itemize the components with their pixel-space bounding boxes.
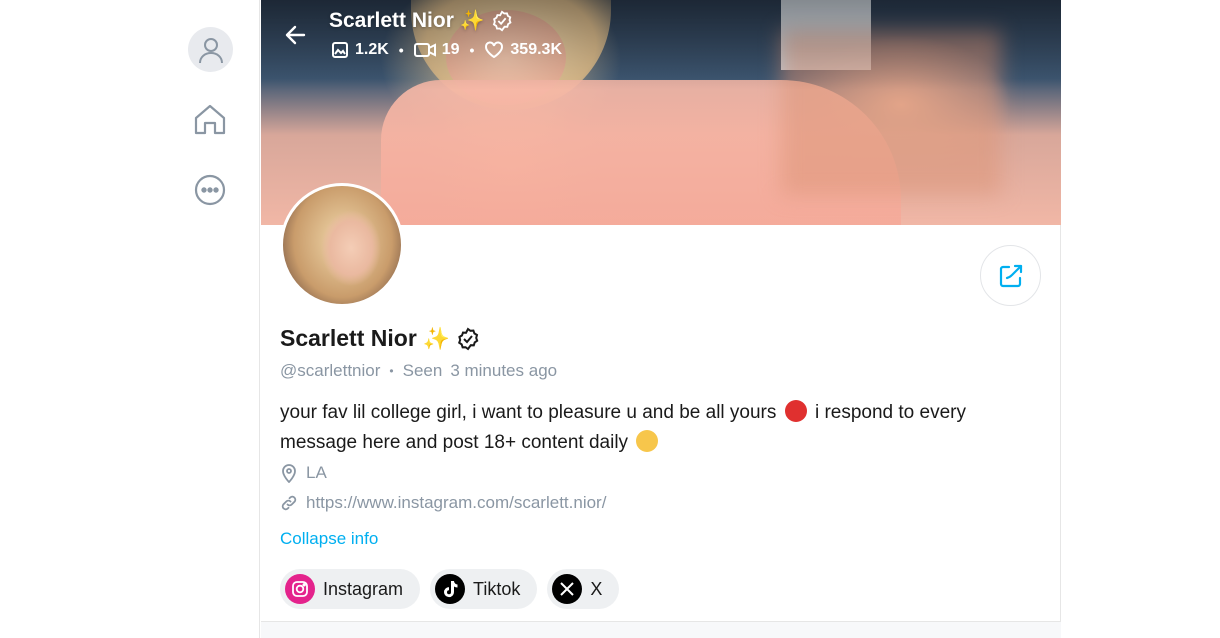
social-links: Instagram Tiktok X (280, 569, 620, 609)
location-text: LA (306, 463, 327, 482)
video-icon (413, 43, 436, 57)
cover-header: Scarlett Nior ✨ 1.2K • 19 • 359.3K (261, 0, 1061, 80)
seen-time: 3 minutes ago (450, 361, 558, 380)
verified-icon (492, 9, 512, 31)
arrow-left-icon (285, 25, 306, 45)
handle-row: @scarlettnior • Seen 3 minutes ago (280, 361, 558, 380)
location-row: LA (280, 463, 327, 483)
smile-emoji-icon (636, 430, 659, 452)
left-sidebar (0, 0, 260, 638)
tiktok-icon (435, 574, 466, 604)
profile-handle: @scarlettnior (280, 361, 381, 380)
instagram-icon (285, 574, 315, 604)
social-label-instagram: Instagram (323, 578, 404, 599)
share-icon (999, 264, 1022, 287)
image-icon (332, 42, 348, 58)
verified-icon (458, 326, 479, 350)
social-label-x: X (590, 578, 603, 599)
home-icon (194, 104, 226, 135)
link-icon (281, 495, 297, 511)
sparkle-icon: ✨ (422, 325, 451, 351)
x-icon (552, 574, 583, 604)
cover-image: Scarlett Nior ✨ 1.2K • 19 • 359.3K (261, 0, 1061, 225)
seen-label: Seen (402, 361, 443, 380)
divider (261, 621, 1061, 638)
profile-name-text: Scarlett Nior (280, 325, 417, 351)
photos-count: 1.2K (355, 41, 389, 58)
videos-count: 19 (441, 41, 460, 58)
bio-text-part1: your fav lil college girl, i want to ple… (280, 402, 777, 423)
sparkle-icon: ✨ (459, 10, 485, 32)
cover-title: Scarlett Nior ✨ (329, 8, 513, 33)
social-chip-instagram[interactable]: Instagram (280, 569, 421, 609)
profile-stats: 1.2K • 19 • 359.3K (331, 41, 562, 59)
profile-avatar[interactable] (280, 183, 404, 307)
location-pin-icon (282, 464, 296, 483)
profile-bio: your fav lil college girl, i want to ple… (280, 398, 1040, 458)
website-row[interactable]: https://www.instagram.com/scarlett.nior/ (280, 493, 606, 513)
user-icon (198, 37, 223, 63)
social-chip-x[interactable]: X (547, 569, 620, 609)
cover-name-text: Scarlett Nior (329, 8, 454, 32)
heart-icon (485, 41, 504, 59)
profile-name: Scarlett Nior ✨ (280, 325, 480, 352)
social-chip-tiktok[interactable]: Tiktok (430, 569, 538, 609)
home-button[interactable] (190, 99, 230, 139)
more-icon (194, 174, 226, 206)
back-button[interactable] (281, 20, 311, 50)
more-button[interactable] (190, 170, 230, 210)
devil-emoji-icon (784, 400, 807, 422)
share-button[interactable] (980, 245, 1041, 306)
likes-count: 359.3K (510, 41, 562, 58)
collapse-info-link[interactable]: Collapse info (280, 529, 378, 549)
user-avatar-button[interactable] (188, 27, 233, 72)
social-label-tiktok: Tiktok (473, 578, 521, 599)
website-link[interactable]: https://www.instagram.com/scarlett.nior/ (306, 493, 606, 513)
profile-main: Scarlett Nior ✨ 1.2K • 19 • 359.3K Scarl… (259, 0, 1061, 638)
